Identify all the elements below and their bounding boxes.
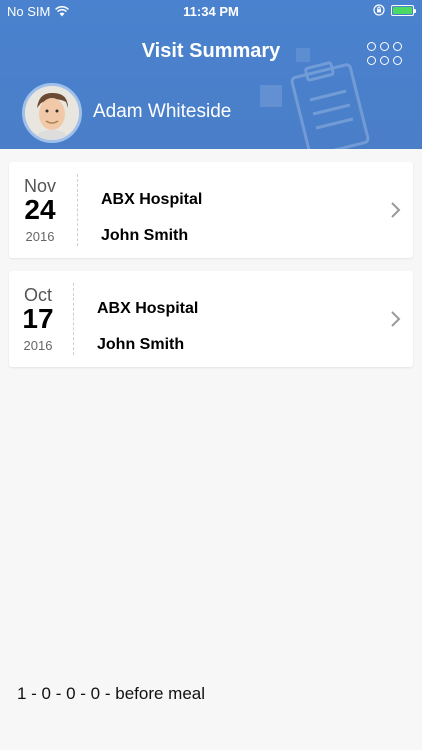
visit-date: Oct 17 2016 — [9, 271, 67, 367]
visit-day: 17 — [22, 303, 54, 334]
visit-year: 2016 — [25, 229, 55, 244]
page-title: Visit Summary — [141, 40, 281, 62]
visit-date: Nov 24 2016 — [9, 162, 71, 258]
dosage-note: 1 - 0 - 0 - 0 - before meal — [17, 684, 206, 703]
user-name: Adam Whiteside — [93, 101, 232, 122]
visit-card[interactable]: Nov 24 2016 ABX Hospital John Smith — [9, 162, 413, 258]
header: No SIM 11:34 PM Visit Summary Adam White… — [0, 0, 422, 149]
card-divider — [73, 283, 74, 355]
chevron-right-icon — [391, 202, 401, 218]
orientation-lock-icon — [373, 4, 385, 16]
battery-group — [373, 4, 416, 16]
visit-day: 24 — [24, 194, 56, 225]
user-avatar-icon — [25, 86, 79, 140]
battery-level — [393, 6, 412, 14]
visit-doctor: John Smith — [97, 336, 185, 353]
visit-card[interactable]: Oct 17 2016 ABX Hospital John Smith — [9, 271, 413, 367]
battery-icon — [391, 4, 416, 16]
visit-year: 2016 — [23, 338, 53, 353]
avatar[interactable] — [22, 83, 82, 143]
visit-hospital: ABX Hospital — [97, 300, 199, 317]
status-time: 11:34 PM — [183, 4, 239, 19]
visit-doctor: John Smith — [101, 227, 189, 244]
grid-menu-icon[interactable] — [367, 42, 403, 70]
chevron-right-icon — [391, 311, 401, 327]
card-divider — [77, 174, 78, 246]
visit-hospital: ABX Hospital — [101, 191, 203, 208]
status-bar: No SIM 11:34 PM — [0, 0, 422, 22]
